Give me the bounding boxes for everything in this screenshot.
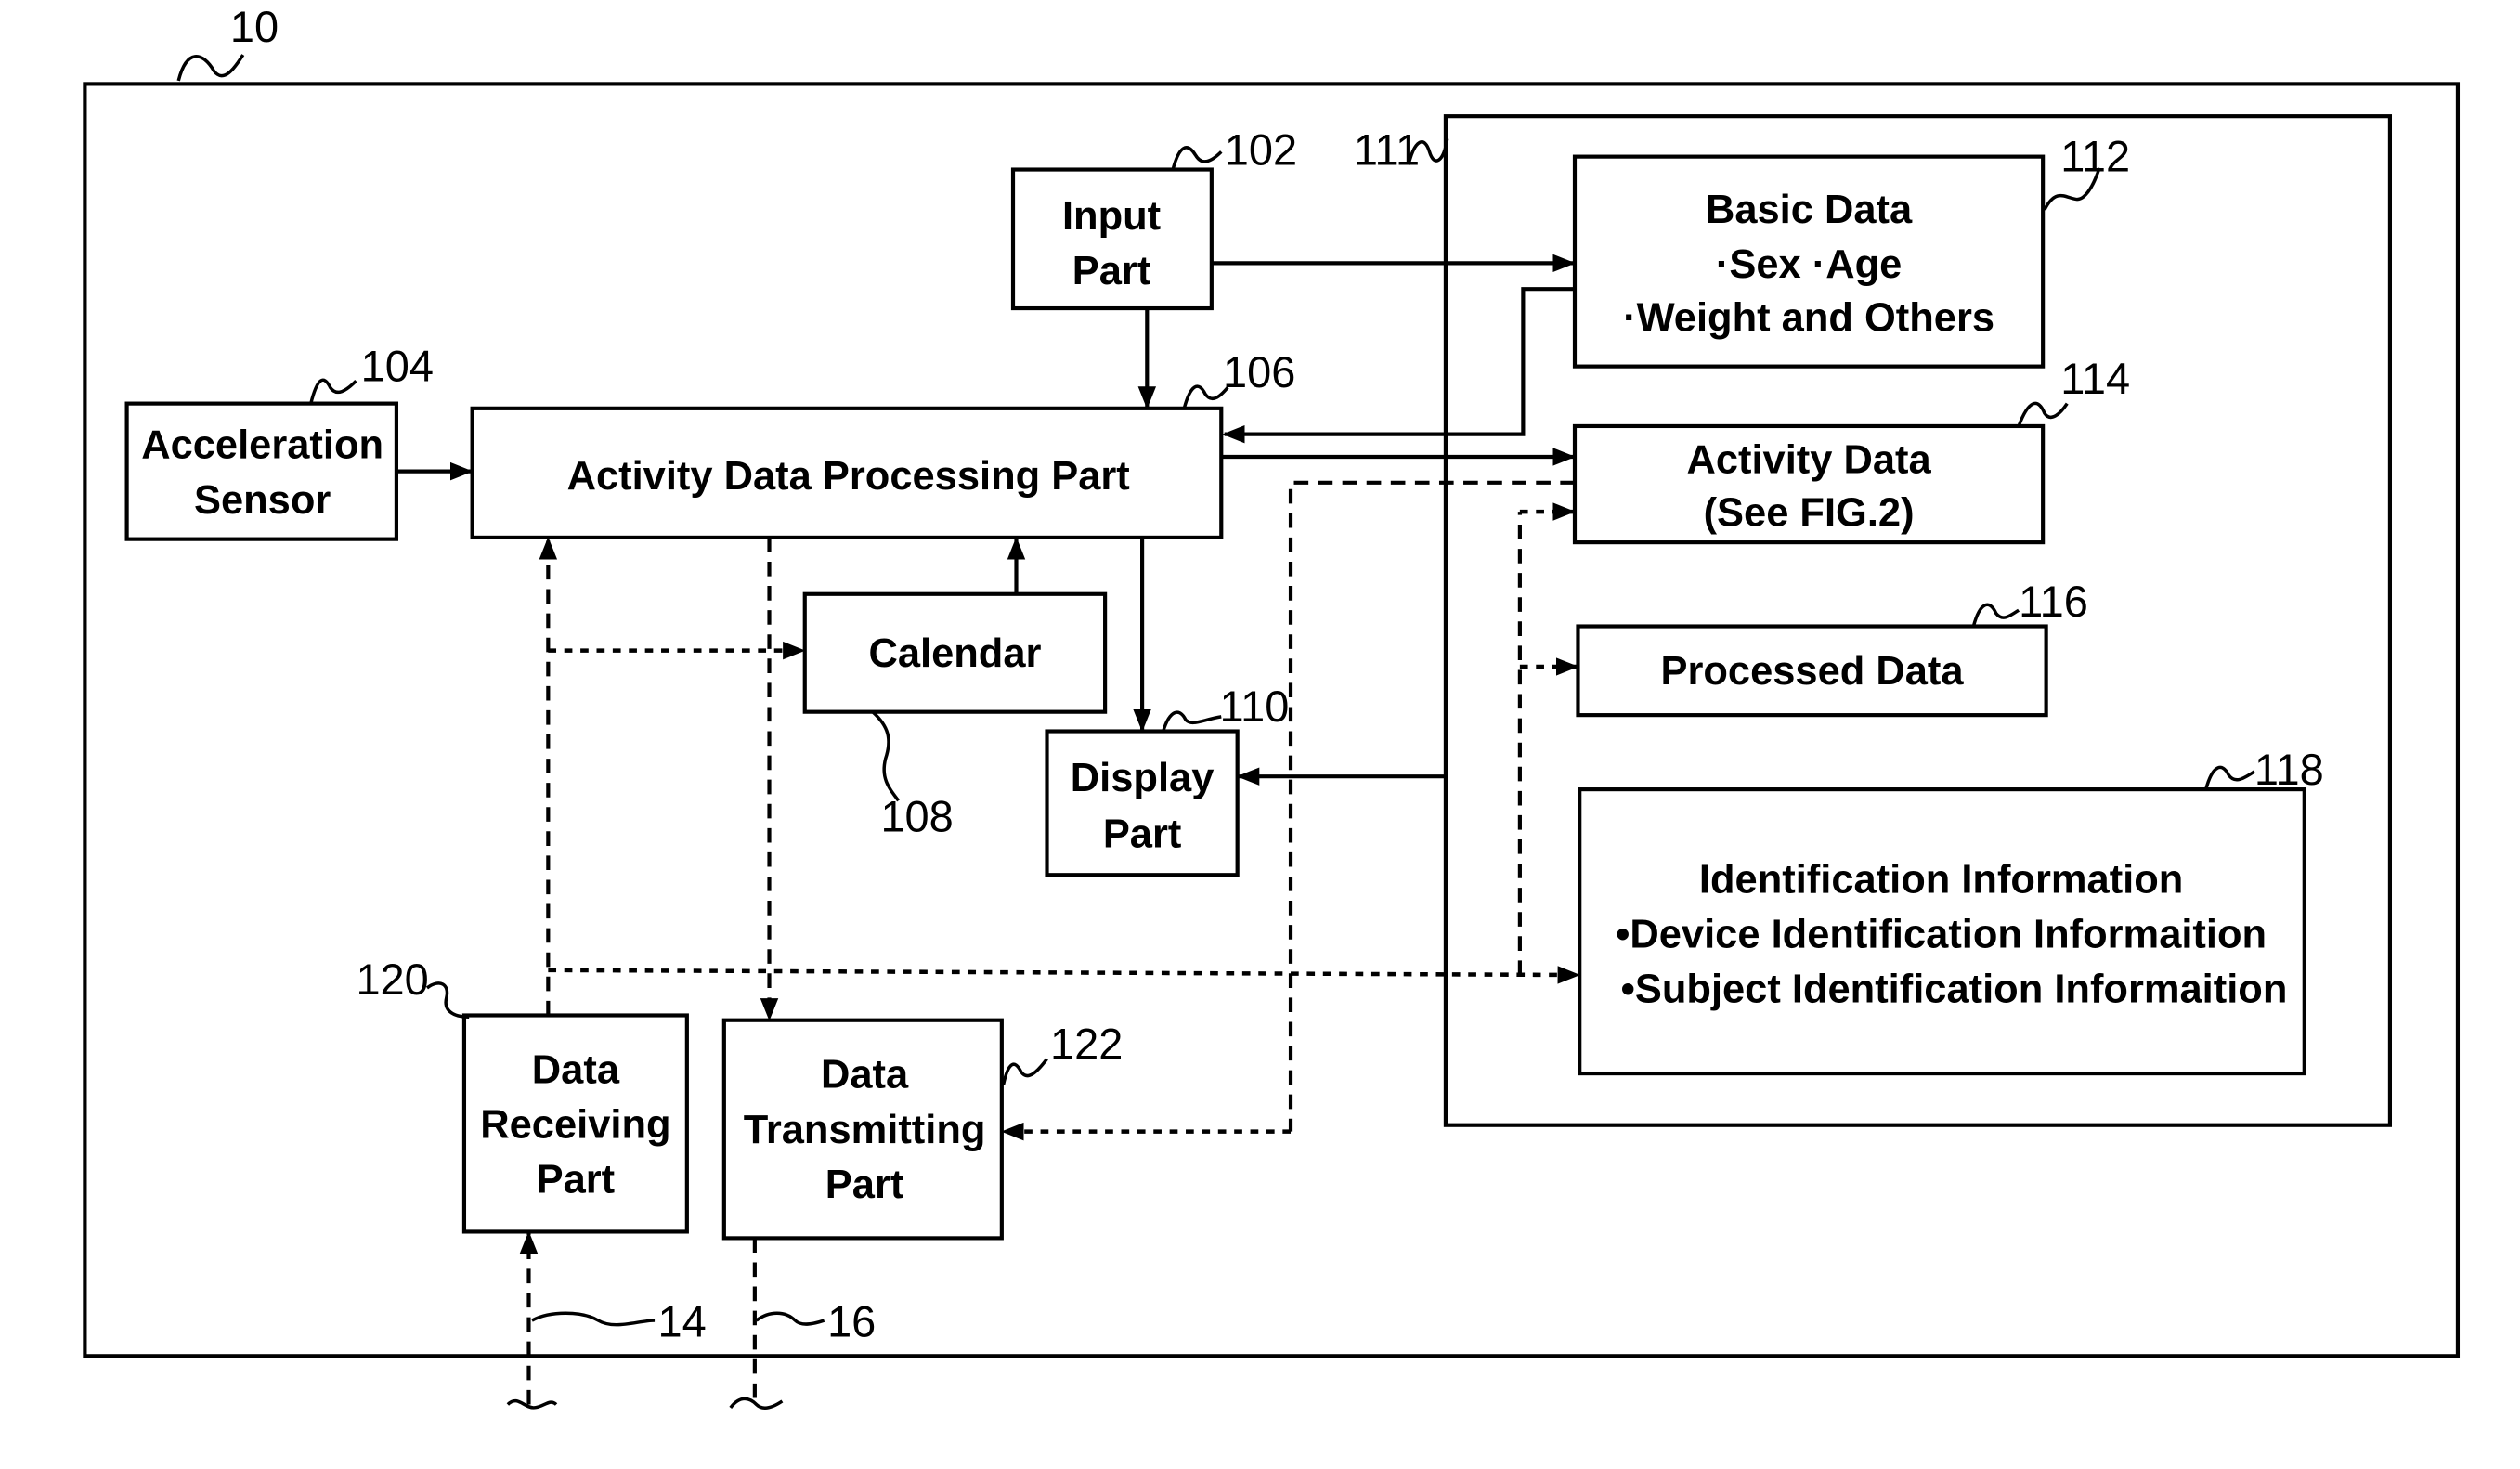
- input-part-label-2: Part: [1072, 249, 1151, 293]
- identification-subject-item: •Subject Identification Informaition: [1621, 968, 2288, 1012]
- data-receiving-label-3: Part: [537, 1158, 616, 1202]
- block-diagram: 10 111 Input Part 102 Basic Data ·Sex ·A…: [83, 3, 2461, 1410]
- display-part-label-2: Part: [1103, 812, 1182, 857]
- data-receiving-label-1: Data: [532, 1048, 620, 1093]
- processed-data-block: Processed Data 116: [1576, 578, 2088, 718]
- basic-data-ref: 112: [2060, 132, 2130, 180]
- data-transmitting-ref: 122: [1050, 1020, 1123, 1068]
- outgoing-link-ref: 16: [827, 1297, 876, 1346]
- activity-processing-ref: 106: [1223, 348, 1295, 396]
- data-receiving-block: Data Receiving Part 120: [356, 956, 689, 1234]
- activity-data-ref: 114: [2060, 355, 2130, 403]
- acceleration-sensor-ref: 104: [361, 342, 434, 390]
- device-frame: 10: [83, 3, 2461, 1358]
- activity-data-title: Activity Data: [1686, 437, 1931, 482]
- activity-data-block: Activity Data (See FIG.2) 114: [1572, 355, 2130, 545]
- acceleration-sensor-label-2: Sensor: [194, 478, 331, 523]
- storage-ref-label: 111: [1354, 125, 1420, 174]
- activity-data-subtitle: (See FIG.2): [1704, 491, 1915, 536]
- processed-data-ref: 116: [2019, 578, 2088, 626]
- activity-processing-label: Activity Data Processing Part: [567, 454, 1130, 499]
- basic-data-block: Basic Data ·Sex ·Age ·Weight and Others …: [1572, 132, 2130, 369]
- input-part-label-1: Input: [1062, 194, 1161, 239]
- identification-info-block: Identification Information •Device Ident…: [1578, 746, 2324, 1076]
- device-ref-label: 10: [230, 3, 279, 51]
- calendar-ref: 108: [880, 792, 953, 840]
- receiving-to-identification-arrow: [548, 966, 1580, 984]
- activity-processing-block: Activity Data Processing Part 106: [470, 348, 1295, 540]
- processed-data-label: Processed Data: [1661, 649, 1965, 694]
- display-part-label-1: Display: [1071, 756, 1215, 800]
- basic-data-line-3: ·Weight and Others: [1623, 295, 1994, 340]
- identification-ref: 118: [2254, 746, 2324, 794]
- calendar-label: Calendar: [868, 631, 1041, 676]
- data-transmitting-label-2: Transmitting: [744, 1108, 986, 1152]
- activity-data-to-transmitting-line: [1288, 480, 1575, 1132]
- data-transmitting-label-1: Data: [821, 1053, 909, 1098]
- identification-title: Identification Information: [1699, 857, 2183, 902]
- incoming-link-ref: 14: [658, 1297, 707, 1346]
- identification-device-item: •Device Identification Informaition: [1616, 912, 2267, 956]
- acceleration-sensor-label-1: Acceleration: [141, 423, 383, 468]
- input-part-block: Input Part 102: [1010, 125, 1297, 311]
- data-receiving-label-2: Receiving: [480, 1103, 670, 1148]
- input-part-ref: 102: [1225, 125, 1297, 174]
- basic-data-title: Basic Data: [1706, 188, 1913, 232]
- data-transmitting-block: Data Transmitting Part 122: [721, 1018, 1123, 1241]
- acceleration-sensor-block: Acceleration Sensor 104: [124, 342, 434, 541]
- display-part-ref: 110: [1220, 682, 1290, 731]
- basic-data-line-2: ·Sex ·Age: [1716, 242, 1902, 287]
- data-transmitting-label-3: Part: [825, 1163, 904, 1207]
- data-receiving-ref: 120: [356, 956, 428, 1004]
